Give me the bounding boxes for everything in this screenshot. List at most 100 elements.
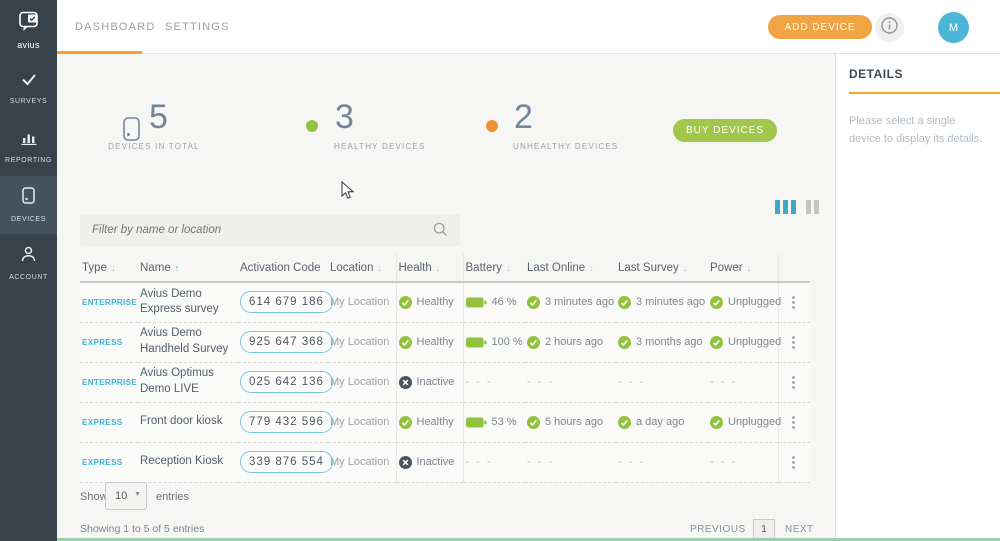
table-row[interactable]: EXPRESS Front door kiosk 779 432 596 My … — [80, 402, 810, 442]
buy-devices-button[interactable]: BUY DEVICES — [673, 119, 777, 142]
power-cell: - - - — [708, 442, 778, 482]
entries-label: entries — [156, 491, 189, 503]
column-header[interactable]: Activation Code — [238, 254, 328, 282]
activation-code-pill: 779 432 596 — [240, 411, 333, 433]
details-panel: DETAILS Please select a single device to… — [835, 54, 1000, 541]
column-header[interactable]: Last Online↓ — [525, 254, 616, 282]
battery-cell: 53 % — [463, 402, 525, 442]
table-row[interactable]: ENTERPRISE Avius Demo Express survey 614… — [80, 282, 810, 322]
sidebar-item-surveys[interactable]: SURVEYS — [0, 60, 57, 118]
list-view-icon[interactable] — [791, 200, 796, 214]
sidebar-item-devices[interactable]: DEVICES — [0, 176, 57, 234]
check-icon — [21, 73, 37, 91]
tab-settings[interactable]: SETTINGS — [165, 21, 230, 33]
device-type-badge: EXPRESS — [82, 338, 123, 347]
healthy-check-icon — [527, 296, 540, 309]
sort-down-icon: ↓ — [377, 263, 382, 273]
healthy-dot-icon — [306, 120, 318, 132]
last-online-cell: 2 hours ago — [525, 322, 616, 362]
device-type-badge: EXPRESS — [82, 418, 123, 427]
details-underline — [849, 92, 1000, 94]
health-status: Healthy — [399, 336, 459, 349]
column-header[interactable]: Health↓ — [396, 254, 463, 282]
column-header[interactable]: Power↓ — [708, 254, 778, 282]
previous-page-button[interactable]: PREVIOUS — [690, 524, 746, 535]
grid-view-icon[interactable] — [814, 200, 819, 214]
column-header-actions — [778, 254, 810, 282]
user-avatar[interactable]: M — [938, 12, 969, 43]
sort-up-icon: ↑ — [175, 263, 180, 273]
battery-cell: 46 % — [463, 282, 525, 322]
row-menu-button[interactable] — [781, 412, 807, 433]
power-cell: Unplugged — [708, 402, 778, 442]
row-menu-button[interactable] — [781, 292, 807, 313]
sidebar-item-reporting[interactable]: REPORTING — [0, 118, 57, 176]
avius-logo-text: avius — [0, 40, 57, 50]
column-header[interactable]: Type↓ — [80, 254, 138, 282]
page-size-select[interactable]: 10 ▼ — [105, 482, 147, 510]
sort-down-icon: ↓ — [683, 263, 688, 273]
table-row[interactable]: EXPRESS Avius Demo Handheld Survey 925 6… — [80, 322, 810, 362]
sort-down-icon: ↓ — [111, 263, 116, 273]
device-location: My Location — [330, 295, 392, 310]
column-header[interactable]: Last Survey↓ — [616, 254, 708, 282]
sidebar-item-account[interactable]: ACCOUNT — [0, 234, 57, 292]
sort-down-icon: ↓ — [747, 263, 752, 273]
last-survey-cell: - - - — [616, 362, 708, 402]
row-menu-button[interactable] — [781, 452, 807, 473]
sort-down-icon: ↓ — [506, 263, 511, 273]
battery-icon — [466, 297, 487, 308]
list-view-icon[interactable] — [775, 200, 780, 214]
filter-input[interactable] — [80, 214, 460, 246]
device-icon — [22, 187, 35, 209]
bar-chart-icon — [21, 131, 37, 150]
healthy-check-icon — [399, 416, 412, 429]
column-header[interactable]: Battery↓ — [463, 254, 525, 282]
add-device-button[interactable]: ADD DEVICE — [768, 15, 872, 39]
row-menu-button[interactable] — [781, 372, 807, 393]
healthy-check-icon — [710, 336, 723, 349]
column-header[interactable]: Name↑ — [138, 254, 238, 282]
show-label: Show — [80, 491, 108, 503]
healthy-check-icon — [399, 296, 412, 309]
avius-logo[interactable]: avius — [0, 8, 57, 50]
battery-cell: - - - — [463, 442, 525, 482]
device-name: Avius Optimus Demo LIVE — [140, 366, 234, 397]
avius-logo-icon — [16, 21, 42, 38]
table-row[interactable]: ENTERPRISE Avius Optimus Demo LIVE 025 6… — [80, 362, 810, 402]
table-header-row: Type↓Name↑Activation CodeLocation↓Health… — [80, 254, 810, 282]
power-cell: - - - — [708, 362, 778, 402]
main-content: 5 DEVICES IN TOTAL 3 HEALTHY DEVICES 2 U… — [57, 54, 835, 541]
sort-down-icon: ↓ — [589, 263, 594, 273]
device-type-badge: ENTERPRISE — [82, 298, 137, 307]
sidebar: avius SURVEYS REPORTING — [0, 0, 57, 541]
grid-view-icon[interactable] — [806, 200, 811, 214]
topbar: DASHBOARD SETTINGS ADD DEVICE M — [57, 0, 1000, 54]
device-location: My Location — [330, 415, 392, 430]
device-name: Reception Kiosk — [140, 454, 234, 470]
health-status: Inactive — [399, 456, 459, 469]
healthy-check-icon — [618, 296, 631, 309]
inactive-x-icon — [399, 376, 412, 389]
healthy-check-icon — [618, 336, 631, 349]
last-survey-cell: - - - — [616, 442, 708, 482]
healthy-check-icon — [710, 416, 723, 429]
device-location: My Location — [330, 455, 392, 470]
device-location: My Location — [330, 335, 392, 350]
table-row[interactable]: EXPRESS Reception Kiosk 339 876 554 My L… — [80, 442, 810, 482]
info-button[interactable] — [875, 13, 904, 42]
next-page-button[interactable]: NEXT — [785, 524, 814, 535]
battery-icon — [466, 417, 487, 428]
last-online-cell: 5 hours ago — [525, 402, 616, 442]
column-header[interactable]: Location↓ — [328, 254, 396, 282]
health-status: Healthy — [399, 416, 459, 429]
activation-code-pill: 025 642 136 — [240, 371, 333, 393]
list-view-icon[interactable] — [783, 200, 788, 214]
healthy-check-icon — [399, 336, 412, 349]
row-menu-button[interactable] — [781, 332, 807, 353]
tab-dashboard[interactable]: DASHBOARD — [75, 21, 155, 33]
filter-container — [80, 214, 460, 246]
stat-total-label: DEVICES IN TOTAL — [83, 142, 225, 151]
battery-icon — [466, 337, 487, 348]
page-number-button[interactable]: 1 — [753, 519, 775, 540]
